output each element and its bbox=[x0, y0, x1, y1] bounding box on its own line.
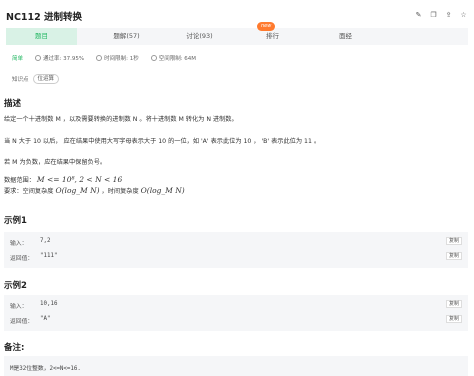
note-text: M是32位整数，2<=N<=16. bbox=[10, 366, 81, 372]
example1-output-copy-button[interactable]: 复制 bbox=[446, 252, 462, 260]
range-math: M <= 10⁸, 2 < N < 16 bbox=[36, 175, 123, 184]
problem-meta: 简单 通过率: 37.95% 时间限制: 1秒 空间限制: 64M bbox=[12, 54, 204, 62]
share-icon[interactable]: ⇪ bbox=[444, 11, 453, 19]
tab-interview[interactable]: 面经 bbox=[310, 28, 381, 45]
description-p2: 当 N 大于 10 以后， 应在结果中使用大写字母表示大于 10 的一位，如 '… bbox=[4, 138, 321, 145]
example1-input: 7,2 bbox=[40, 238, 51, 244]
memory-icon bbox=[150, 55, 157, 61]
requirement: 要求：空间复杂度 O(log_M N) ，时间复杂度 O(log_M N) bbox=[4, 186, 185, 195]
time-limit: 时间限制: 1秒 bbox=[104, 56, 139, 62]
req-time-math: O(log_M N) bbox=[140, 186, 185, 195]
example2-output-label: 返回值： bbox=[10, 319, 34, 325]
example2-box: 输入： 10,16 返回值： "A" 复制 复制 bbox=[4, 295, 468, 331]
header: NC112 进制转换 ✎ ❐ ⇪ ☆ bbox=[6, 8, 468, 24]
space-limit: 空间限制: 64M bbox=[158, 56, 197, 62]
note-box: M是32位整数，2<=N<=16. bbox=[4, 356, 468, 376]
tab-solutions[interactable]: 题解(57) bbox=[91, 28, 162, 45]
example1-box: 输入： 7,2 返回值： "111" 复制 复制 bbox=[4, 232, 468, 268]
example1-input-label: 输入： bbox=[10, 241, 28, 247]
difficulty-label: 简单 bbox=[12, 56, 24, 62]
knowledge-points: 知识点 位运算 bbox=[12, 74, 60, 84]
note-title: 备注: bbox=[4, 343, 25, 353]
new-badge: new bbox=[257, 22, 276, 31]
description-p3: 若 M 为负数，应在结果中保留负号。 bbox=[4, 159, 107, 166]
example2-output: "A" bbox=[40, 316, 51, 322]
tab-ranking[interactable]: 排行 bbox=[237, 28, 308, 45]
tab-problem[interactable]: 题目 bbox=[6, 28, 77, 45]
example2-input-label: 输入： bbox=[10, 304, 28, 310]
star-icon[interactable]: ☆ bbox=[459, 11, 468, 19]
data-range: 数据范围： M <= 10⁸, 2 < N < 16 bbox=[4, 175, 122, 184]
example2-title: 示例2 bbox=[4, 281, 27, 291]
page-title: NC112 进制转换 bbox=[6, 12, 83, 23]
description-p1: 给定一个十进制数 M ，以及需要转换的进制数 N 。将十进制数 M 转化为 N … bbox=[4, 116, 238, 123]
knowledge-tag[interactable]: 位运算 bbox=[32, 74, 60, 84]
pass-rate: 通过率: 37.95% bbox=[43, 56, 85, 62]
knowledge-label: 知识点 bbox=[12, 77, 29, 83]
edit-icon[interactable]: ✎ bbox=[414, 11, 423, 19]
tab-discussion[interactable]: 讨论(93) bbox=[164, 28, 235, 45]
example1-output: "111" bbox=[40, 253, 58, 259]
req-label: 要求：空间复杂度 bbox=[4, 188, 54, 195]
tab-bar: 题目 题解(57) 讨论(93) 排行 面经 bbox=[6, 28, 468, 45]
description-title: 描述 bbox=[4, 99, 22, 109]
req-mid: ，时间复杂度 bbox=[101, 188, 139, 195]
header-actions: ✎ ❐ ⇪ ☆ bbox=[414, 11, 468, 19]
example1-title: 示例1 bbox=[4, 216, 27, 226]
example2-input-copy-button[interactable]: 复制 bbox=[446, 300, 462, 308]
example2-output-copy-button[interactable]: 复制 bbox=[446, 315, 462, 323]
pass-rate-icon bbox=[35, 55, 42, 61]
example2-input: 10,16 bbox=[40, 301, 58, 307]
clock-icon bbox=[96, 55, 103, 61]
example1-output-label: 返回值： bbox=[10, 256, 34, 262]
range-label: 数据范围： bbox=[4, 177, 35, 184]
copy-icon[interactable]: ❐ bbox=[429, 11, 438, 19]
req-space-math: O(log_M N) bbox=[55, 186, 100, 195]
example1-input-copy-button[interactable]: 复制 bbox=[446, 237, 462, 245]
